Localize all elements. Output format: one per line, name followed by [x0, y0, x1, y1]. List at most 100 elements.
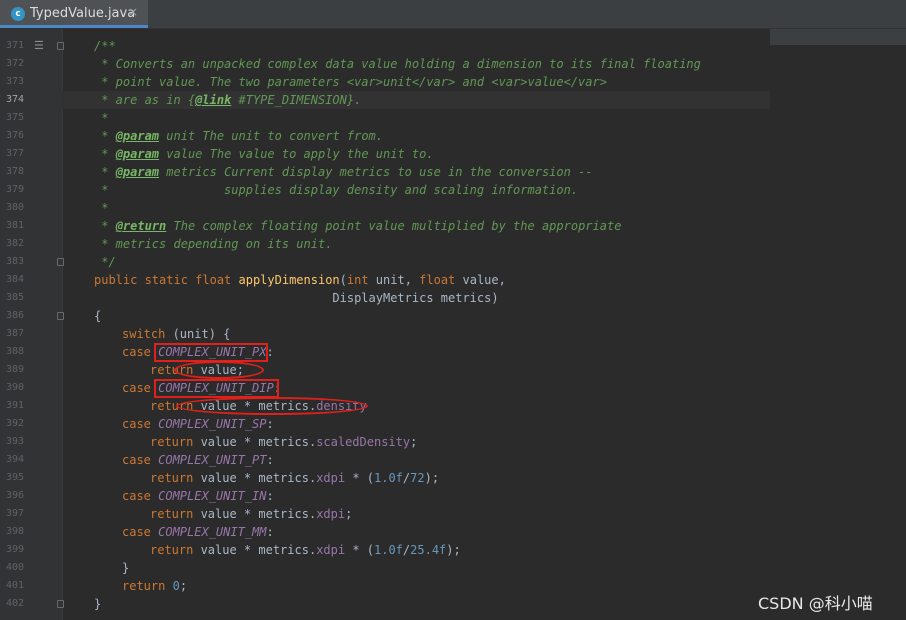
comment: * metrics depending on its unit.	[94, 237, 333, 251]
comment: *	[94, 111, 109, 125]
comment: value The value to apply the unit to.	[159, 147, 434, 161]
method-name[interactable]: applyDimension	[239, 273, 340, 287]
code-line-current: 374 * are as in {@link #TYPE_DIMENSION}.	[0, 91, 906, 109]
code-line: 395 return value * metrics.xdpi * (1.0f/…	[0, 469, 906, 487]
fold-icon[interactable]	[57, 312, 64, 320]
list-icon[interactable]: ☰	[34, 40, 46, 51]
line-number: 373	[5, 76, 24, 87]
javadoc-tag[interactable]: @link	[195, 93, 231, 107]
code-line: 389 return value;	[0, 361, 906, 379]
code-line: 383 */	[0, 253, 906, 271]
colon: :	[266, 453, 274, 467]
comment: The complex floating point value multipl…	[166, 219, 622, 233]
comment: */	[94, 255, 116, 269]
code-line: 373 * point value. The two parameters <v…	[0, 73, 906, 91]
code-text: * (	[345, 471, 374, 485]
comment: #TYPE_DIMENSION}.	[231, 93, 362, 107]
line-number: 371	[5, 40, 24, 51]
field[interactable]: xdpi	[316, 507, 345, 521]
fold-icon[interactable]	[57, 600, 64, 608]
line-number: 394	[5, 454, 24, 465]
comment: metrics Current display metrics to use i…	[159, 165, 593, 179]
code-line: 380 *	[0, 199, 906, 217]
keyword: public static float	[94, 273, 239, 287]
close-icon[interactable]: ×	[128, 5, 138, 19]
code-line: 378 * @param metrics Current display met…	[0, 163, 906, 181]
keyword: case	[122, 417, 159, 431]
line-number: 382	[5, 238, 24, 249]
keyword: return	[122, 579, 166, 593]
code-text: value * metrics.	[193, 435, 317, 449]
keyword: return	[150, 435, 194, 449]
number: 25.4f	[410, 543, 447, 557]
code-text: (unit) {	[165, 327, 231, 341]
constant[interactable]: COMPLEX_UNIT_PT	[158, 453, 266, 467]
keyword: return	[150, 471, 194, 485]
line-number: 386	[5, 310, 24, 321]
line-number: 391	[5, 400, 24, 411]
keyword: case	[122, 489, 159, 503]
brace: }	[122, 561, 130, 575]
field[interactable]: xdpi	[316, 471, 345, 485]
line-number: 378	[5, 166, 24, 177]
keyword: float	[419, 273, 456, 287]
code-line: 392 case COMPLEX_UNIT_SP:	[0, 415, 906, 433]
keyword: case	[122, 345, 159, 359]
code-line: 384 public static float applyDimension(i…	[0, 271, 906, 289]
code-line: 381 * @return The complex floating point…	[0, 217, 906, 235]
annotation-ellipse-value	[174, 361, 264, 379]
comment: *	[94, 201, 109, 215]
code-text: * (	[345, 543, 374, 557]
line-number: 385	[5, 292, 24, 303]
code-text: value * metrics.	[193, 543, 317, 557]
constant[interactable]: COMPLEX_UNIT_SP	[158, 417, 266, 431]
line-number: 384	[5, 274, 24, 285]
fold-icon[interactable]	[57, 42, 64, 50]
line-number: 397	[5, 508, 24, 519]
fold-icon[interactable]	[57, 258, 64, 266]
code-line: 379 * supplies display density and scali…	[0, 181, 906, 199]
line-number: 379	[5, 184, 24, 195]
editor-tab-bar: c TypedValue.java ×	[0, 0, 906, 29]
code-line: 388 case COMPLEX_UNIT_PX:	[0, 343, 906, 361]
code-editor[interactable]: 371 ☰ /** 372 * Converts an unpacked com…	[0, 29, 906, 620]
comment: *	[94, 219, 116, 233]
number: 72	[410, 471, 425, 485]
colon: :	[266, 489, 274, 503]
keyword: return	[150, 543, 194, 557]
constant[interactable]: COMPLEX_UNIT_MM	[158, 525, 266, 539]
comment: * are as in {	[94, 93, 196, 107]
field[interactable]: xdpi	[316, 543, 345, 557]
param: unit,	[368, 273, 420, 287]
paren: (	[339, 273, 347, 287]
code-line: 387 switch (unit) {	[0, 325, 906, 343]
constant[interactable]: COMPLEX_UNIT_IN	[158, 489, 266, 503]
keyword: case	[122, 381, 159, 395]
comment: * Converts an unpacked complex data valu…	[94, 57, 701, 71]
line-number: 393	[5, 436, 24, 447]
param: value,	[455, 273, 506, 287]
code-line: 393 return value * metrics.scaledDensity…	[0, 433, 906, 451]
line-number: 376	[5, 130, 24, 141]
keyword: switch	[122, 327, 166, 341]
line-number: 372	[5, 58, 24, 69]
line-number: 377	[5, 148, 24, 159]
code-text: );	[424, 471, 440, 485]
line-number: 388	[5, 346, 24, 357]
code-line: 399 return value * metrics.xdpi * (1.0f/…	[0, 541, 906, 559]
semicolon: ;	[410, 435, 418, 449]
number: 1.0f	[374, 543, 403, 557]
semicolon: ;	[179, 579, 188, 593]
code-line: 371 ☰ /**	[0, 37, 906, 55]
field[interactable]: scaledDensity	[316, 435, 410, 449]
keyword: return	[150, 507, 194, 521]
code-line: 400 }	[0, 559, 906, 577]
code-line: 385 DisplayMetrics metrics)	[0, 289, 906, 307]
line-number: 381	[5, 220, 24, 231]
code-text: value * metrics.	[193, 471, 317, 485]
code-line: 396 case COMPLEX_UNIT_IN:	[0, 487, 906, 505]
annotation-ellipse-density	[176, 397, 368, 415]
tab-typedvalue-java[interactable]: c TypedValue.java ×	[0, 0, 148, 28]
line-number: 399	[5, 544, 24, 555]
watermark: CSDN @科小喵	[758, 594, 873, 613]
